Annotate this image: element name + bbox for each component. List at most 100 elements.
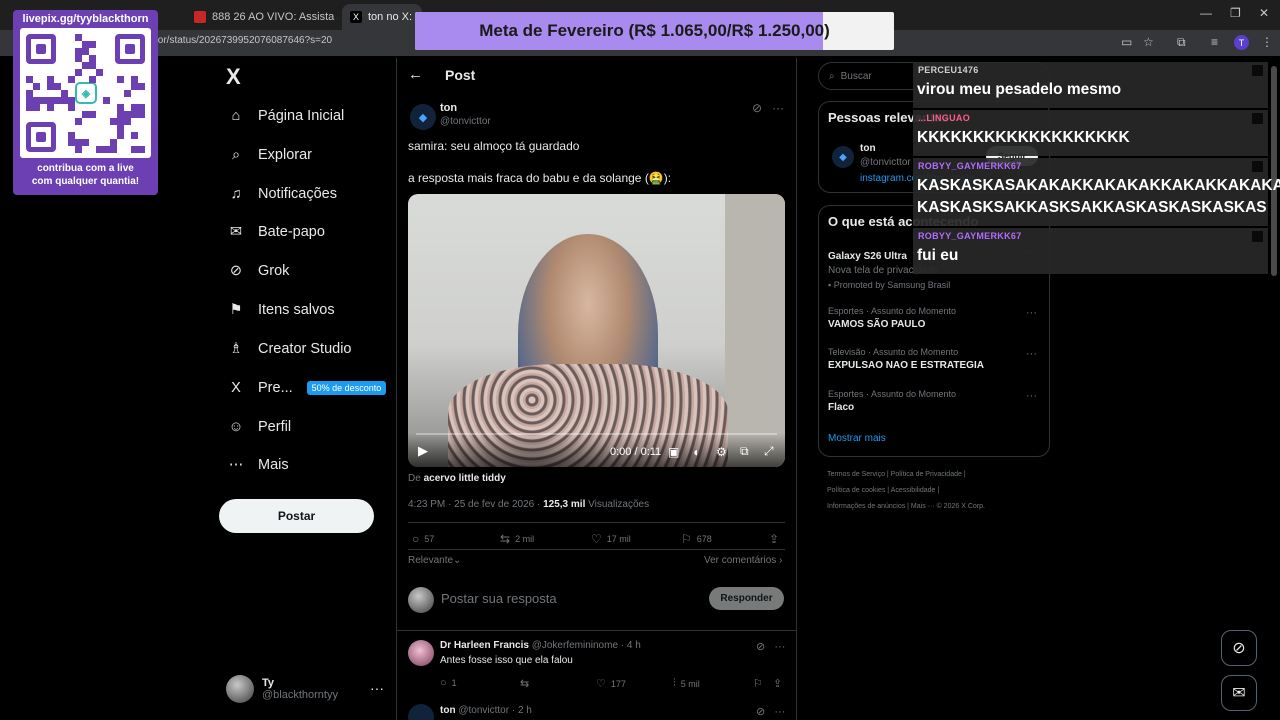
- more-icon[interactable]: ···: [1026, 348, 1037, 360]
- maximize-icon[interactable]: ❐: [1230, 6, 1241, 20]
- bookmark-button[interactable]: ⚐ 678: [681, 532, 712, 546]
- page-title: Post: [445, 66, 476, 83]
- mail-icon: ✉: [229, 224, 243, 240]
- trend-item[interactable]: Esportes · Assunto do Momento Flaco: [828, 389, 956, 413]
- reply-submit-button[interactable]: Responder: [709, 587, 784, 610]
- footer-links[interactable]: Informações de anúncios | Mais ··· © 202…: [827, 503, 985, 510]
- view-comments-link[interactable]: Ver comentários ›: [704, 555, 782, 566]
- sort-dropdown[interactable]: Relevante⌄: [408, 555, 461, 566]
- fullscreen-icon[interactable]: ⤢: [764, 444, 774, 459]
- messages-floating-button[interactable]: ✉: [1221, 675, 1257, 711]
- back-arrow-icon[interactable]: ←: [408, 66, 423, 83]
- sidebar-item-search[interactable]: ⌕ Explorar: [226, 141, 312, 169]
- grok-icon[interactable]: ⊘: [756, 706, 765, 718]
- video-progress-bar[interactable]: [416, 433, 777, 435]
- sidebar-item-person[interactable]: ☺ Perfil: [226, 413, 291, 441]
- x-logo-icon[interactable]: X: [226, 64, 241, 90]
- tab-x-post[interactable]: X ton no X: "sam: [342, 4, 422, 30]
- tab-live[interactable]: 888 26 AO VIVO: Assista a câm ✕: [186, 4, 338, 30]
- sidebar-item-flask[interactable]: ♗ Creator Studio: [226, 335, 352, 363]
- qr-module: [75, 146, 82, 153]
- media-icon[interactable]: ≡: [1211, 35, 1218, 49]
- more-icon[interactable]: ···: [774, 706, 785, 718]
- repost-button[interactable]: ⇆ 2 mil: [500, 532, 534, 546]
- tab-label: 888 26 AO VIVO: Assista a câm: [212, 11, 338, 23]
- from-source-link[interactable]: acervo little tiddy: [424, 473, 506, 484]
- relevant-handle[interactable]: @tonvicttor: [860, 157, 911, 168]
- more-icon[interactable]: ···: [1026, 307, 1037, 319]
- volume-icon[interactable]: ◖: [692, 445, 699, 459]
- qr-module: [40, 97, 47, 104]
- more-icon[interactable]: ···: [370, 680, 384, 696]
- more-icon[interactable]: ···: [774, 641, 785, 653]
- star-icon[interactable]: ☆: [1143, 35, 1154, 49]
- comment-author-name: Dr Harleen Francis: [440, 640, 529, 651]
- cast-icon[interactable]: ▭: [1121, 35, 1132, 49]
- author-name[interactable]: ton: [440, 102, 457, 114]
- captions-icon[interactable]: ▣: [668, 445, 679, 459]
- author-handle[interactable]: @tonvicttor: [440, 116, 491, 127]
- footer-links[interactable]: Política de cookies | Acessibilidade |: [827, 487, 939, 494]
- account-switcher[interactable]: Ty @blackthorntyy: [226, 675, 338, 703]
- trend-item[interactable]: Esportes · Assunto do Momento VAMOS SÃO …: [828, 306, 956, 330]
- sidebar-item-grok[interactable]: ⊘ Grok: [226, 257, 290, 285]
- share-button[interactable]: ⇪: [769, 532, 779, 546]
- comment-top-icons: ⊘ ···: [756, 705, 785, 718]
- grok-icon[interactable]: ⊘: [756, 641, 765, 653]
- post-timestamp[interactable]: 4:23 PM · 25 de fev de 2026 ·: [408, 499, 540, 510]
- relevant-avatar[interactable]: ◆: [832, 146, 854, 168]
- scrollbar[interactable]: [1271, 66, 1277, 276]
- bookmark-button[interactable]: ⚐: [753, 677, 763, 690]
- reply-button[interactable]: ○ 57: [412, 532, 434, 546]
- chat-message: ...LINGUAO KKKKKKKKKKKKKKKKKKK: [913, 110, 1268, 156]
- qr-module: [117, 104, 124, 111]
- qr-module: [82, 41, 89, 48]
- footer-links[interactable]: Termos de Serviço | Política de Privacid…: [827, 471, 966, 478]
- minimize-icon[interactable]: —: [1200, 6, 1212, 20]
- settings-gear-icon[interactable]: ⚙: [716, 445, 727, 459]
- comment-author[interactable]: Dr Harleen Francis @Jokerfemininome · 4 …: [440, 640, 641, 651]
- comment-top-icons: ⊘ ···: [756, 640, 785, 653]
- relevant-name[interactable]: ton: [860, 143, 876, 154]
- sidebar-item-label: Bate-papo: [258, 224, 325, 240]
- post-button[interactable]: Postar: [219, 499, 374, 533]
- grok-floating-button[interactable]: ⊘: [1221, 630, 1257, 666]
- url-text[interactable]: ctor/status/2026739952076087646?s=20: [150, 35, 332, 46]
- extensions-icon[interactable]: ⧉: [1177, 35, 1186, 50]
- promoted-text: Promoted by Samsung Brasil: [833, 280, 951, 290]
- chat-message: PERCEU1476 virou meu pesadelo mesmo: [913, 62, 1268, 108]
- commenter-avatar[interactable]: [408, 704, 434, 720]
- trend-item[interactable]: Televisão · Assunto do Momento EXPULSAO …: [828, 347, 984, 371]
- more-icon[interactable]: ···: [1026, 390, 1037, 402]
- sidebar-item-bookmark[interactable]: ⚑ Itens salvos: [226, 296, 335, 324]
- qr-module: [33, 104, 40, 111]
- grok-icon[interactable]: ⊘: [752, 101, 762, 115]
- repost-icon: ⇆: [500, 532, 511, 546]
- repost-button[interactable]: ⇆: [520, 677, 529, 690]
- show-more-link[interactable]: Mostrar mais: [828, 433, 886, 444]
- sidebar-item-x-premium[interactable]: X Pre... 50% de desconto: [226, 374, 387, 402]
- sidebar-item-bell[interactable]: ♫ Notificações: [226, 180, 337, 208]
- sidebar-item-home[interactable]: ⌂ Página Inicial: [226, 102, 345, 130]
- like-button[interactable]: ♡ 177: [596, 677, 626, 690]
- sidebar-item-more-circle[interactable]: ⋯ Mais: [226, 451, 289, 479]
- sidebar-item-mail[interactable]: ✉ Bate-papo: [226, 218, 325, 246]
- more-icon[interactable]: ···: [772, 101, 784, 115]
- play-icon[interactable]: ▶: [418, 443, 428, 459]
- close-window-icon[interactable]: ✕: [1259, 6, 1269, 20]
- qr-module: [61, 97, 68, 104]
- profile-avatar[interactable]: T: [1234, 35, 1249, 50]
- share-button[interactable]: ⇪: [773, 677, 782, 690]
- reply-button[interactable]: ○ 1: [440, 677, 457, 689]
- views-button[interactable]: ⫶ 5 mil: [673, 677, 700, 690]
- divider: [408, 549, 785, 550]
- video-player[interactable]: ▶ 0:00 / 0:11 ▣ ◖ ⚙ ⧉ ⤢: [408, 194, 785, 467]
- comment-author[interactable]: ton @tonvicttor · 2 h: [440, 705, 532, 716]
- close-icon[interactable]: ✕: [158, 10, 166, 24]
- author-avatar[interactable]: ◆: [410, 104, 436, 130]
- reply-input[interactable]: Postar sua resposta: [441, 591, 557, 606]
- commenter-avatar[interactable]: [408, 640, 434, 666]
- like-button[interactable]: ♡ 17 mil: [591, 532, 631, 546]
- menu-icon[interactable]: ⋮: [1261, 35, 1273, 49]
- pip-icon[interactable]: ⧉: [740, 444, 749, 459]
